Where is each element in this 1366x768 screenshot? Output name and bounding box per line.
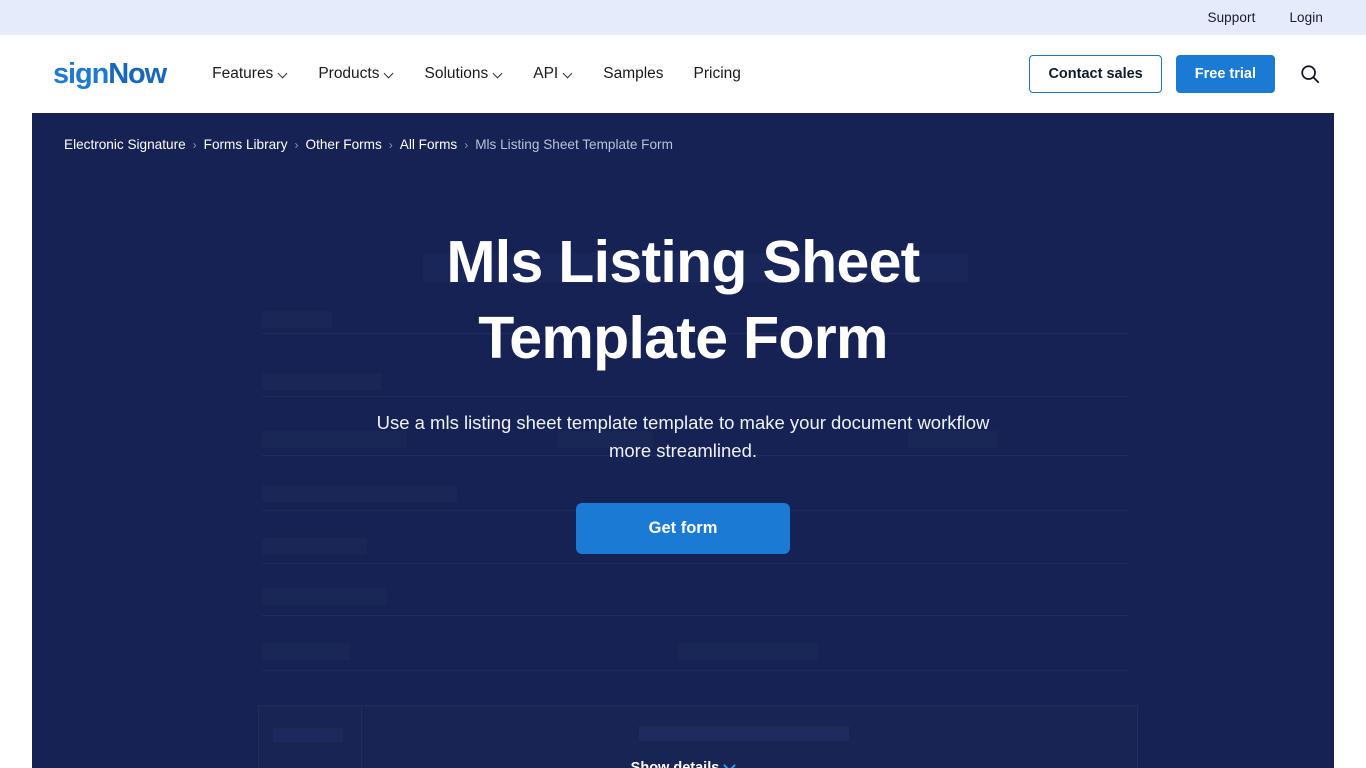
nav-item-features[interactable]: Features bbox=[212, 65, 288, 83]
breadcrumb: Electronic Signature › Forms Library › O… bbox=[64, 137, 673, 152]
chevron-down-icon bbox=[385, 69, 394, 78]
nav-item-pricing[interactable]: Pricing bbox=[694, 65, 741, 83]
get-form-button[interactable]: Get form bbox=[576, 502, 790, 554]
site-header: signNow Features Products Solutions API … bbox=[0, 35, 1366, 113]
free-trial-button[interactable]: Free trial bbox=[1175, 55, 1275, 93]
breadcrumb-item-forms-library[interactable]: Forms Library bbox=[204, 137, 288, 152]
nav-label-solutions: Solutions bbox=[424, 65, 489, 82]
login-link[interactable]: Login bbox=[1289, 10, 1323, 25]
header-actions: Contact sales Free trial bbox=[1029, 55, 1323, 93]
hero-section: Electronic Signature › Forms Library › O… bbox=[32, 113, 1334, 768]
nav-item-solutions[interactable]: Solutions bbox=[424, 65, 503, 83]
breadcrumb-item-other-forms[interactable]: Other Forms bbox=[306, 137, 382, 152]
search-icon bbox=[1301, 65, 1320, 84]
chevron-down-icon bbox=[725, 761, 735, 768]
page-subtitle: Use a mls listing sheet template templat… bbox=[376, 412, 990, 461]
nav-item-products[interactable]: Products bbox=[318, 65, 394, 83]
breadcrumb-separator-icon: › bbox=[388, 137, 393, 152]
show-details-label: Show details bbox=[630, 760, 720, 768]
search-button[interactable] bbox=[1289, 59, 1323, 89]
page-title: Mls Listing Sheet Template Form bbox=[446, 229, 920, 372]
show-details-toggle[interactable]: Show details bbox=[32, 760, 1334, 768]
breadcrumb-item-electronic-signature[interactable]: Electronic Signature bbox=[64, 137, 186, 152]
nav-label-samples: Samples bbox=[603, 65, 664, 82]
nav-label-products: Products bbox=[318, 65, 380, 82]
logo-text-sign: sign bbox=[53, 57, 109, 90]
utility-bar: Support Login bbox=[0, 0, 1366, 35]
breadcrumb-item-current: Mls Listing Sheet Template Form bbox=[475, 137, 673, 152]
nav-label-api: API bbox=[533, 65, 559, 82]
breadcrumb-separator-icon: › bbox=[192, 137, 197, 152]
logo-text-now: Now bbox=[108, 57, 167, 90]
breadcrumb-separator-icon: › bbox=[464, 137, 469, 152]
nav-item-samples[interactable]: Samples bbox=[603, 65, 663, 83]
contact-sales-button[interactable]: Contact sales bbox=[1029, 55, 1162, 93]
signnow-logo[interactable]: signNow bbox=[53, 57, 167, 90]
chevron-down-icon bbox=[279, 69, 288, 78]
chevron-down-icon bbox=[564, 69, 573, 78]
nav-label-features: Features bbox=[212, 65, 274, 82]
primary-nav: Features Products Solutions API Samples … bbox=[212, 65, 741, 83]
hero-content: Electronic Signature › Forms Library › O… bbox=[32, 113, 1334, 768]
support-link[interactable]: Support bbox=[1207, 10, 1255, 25]
nav-label-pricing: Pricing bbox=[693, 65, 741, 82]
nav-item-api[interactable]: API bbox=[533, 65, 573, 83]
breadcrumb-item-all-forms[interactable]: All Forms bbox=[400, 137, 457, 152]
breadcrumb-separator-icon: › bbox=[294, 137, 299, 152]
chevron-down-icon bbox=[494, 69, 503, 78]
